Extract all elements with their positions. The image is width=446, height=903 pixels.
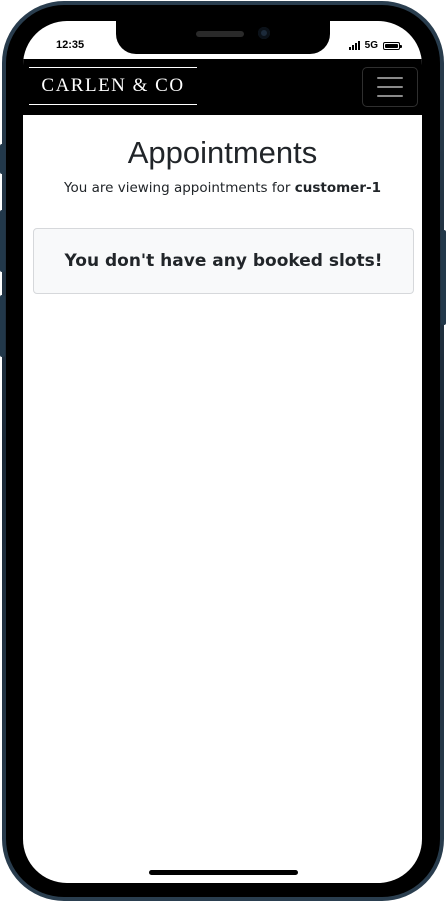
- power-button: [441, 230, 446, 325]
- empty-state-message: You don't have any booked slots!: [64, 251, 383, 271]
- home-indicator[interactable]: [149, 870, 298, 875]
- hamburger-menu-icon: [377, 95, 403, 97]
- network-label: 5G: [364, 40, 378, 51]
- phone-screen: 12:35 5G CARLEN & CO Appointments You ar…: [23, 21, 422, 883]
- volume-down-button: [0, 295, 5, 357]
- empty-state-alert: You don't have any booked slots!: [33, 228, 414, 294]
- hamburger-menu-icon: [377, 86, 403, 88]
- mute-switch: [0, 144, 5, 174]
- volume-up-button: [0, 210, 5, 272]
- brand-logo-link[interactable]: CARLEN & CO: [29, 67, 197, 105]
- page-title: Appointments: [127, 135, 318, 170]
- page-subtitle: You are viewing appointments for custome…: [23, 180, 422, 196]
- status-indicators: 5G: [348, 40, 402, 51]
- battery-icon: [383, 41, 402, 50]
- navbar-toggle-button[interactable]: [362, 67, 418, 107]
- subtitle-prefix: You are viewing appointments for: [64, 180, 295, 196]
- signal-icon: [348, 41, 360, 50]
- top-navbar: CARLEN & CO: [23, 59, 422, 115]
- notch: [116, 21, 330, 54]
- speaker-grille: [196, 31, 244, 37]
- front-camera-icon: [258, 27, 270, 39]
- main-content: Appointments You are viewing appointment…: [23, 115, 422, 294]
- status-time: 12:35: [56, 39, 85, 51]
- hamburger-menu-icon: [377, 77, 403, 79]
- customer-name: customer-1: [294, 180, 381, 196]
